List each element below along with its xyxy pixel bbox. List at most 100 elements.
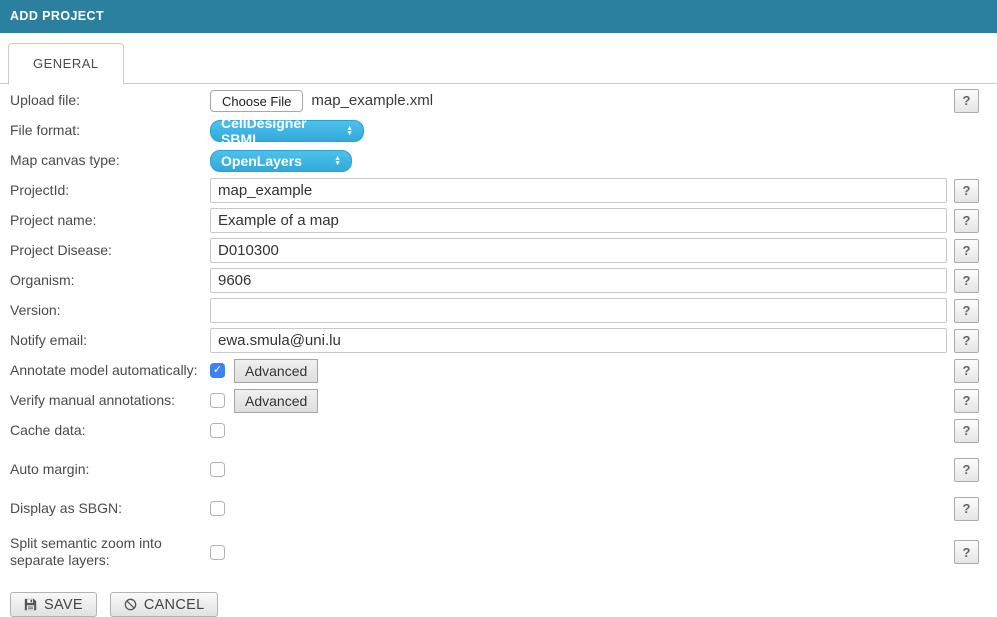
verify-manual-annotations-checkbox[interactable] — [210, 393, 225, 408]
field-control-verify-manual-annotations: Advanced — [210, 388, 947, 413]
help-cell: ? — [947, 179, 979, 203]
field-control-cache-data — [210, 418, 947, 443]
help-button-project-id[interactable]: ? — [954, 179, 979, 203]
form-row-annotate-model-automatically: Annotate model automatically:✓ Advanced? — [10, 358, 979, 383]
choose-file-button[interactable]: Choose File — [210, 90, 303, 112]
help-cell: ? — [947, 239, 979, 263]
select-arrows-icon: ▲▼ — [338, 126, 353, 136]
footer-actions: SAVE CANCEL — [0, 583, 997, 617]
cache-data-checkbox[interactable] — [210, 423, 225, 438]
form-row-map-canvas-type: Map canvas type:OpenLayers▲▼ — [10, 148, 979, 173]
project-id-input[interactable] — [210, 178, 947, 203]
help-cell: ? — [947, 389, 979, 413]
field-label-notify-email: Notify email: — [10, 332, 210, 349]
select-arrows-icon: ▲▼ — [326, 156, 341, 166]
cancel-button[interactable]: CANCEL — [110, 592, 219, 617]
form-row-notify-email: Notify email:? — [10, 328, 979, 353]
field-control-organism — [210, 268, 947, 293]
field-control-annotate-model-automatically: ✓ Advanced — [210, 358, 947, 383]
selected-option-label: CellDesigner SBML — [221, 115, 338, 147]
project-name-input[interactable] — [210, 208, 947, 233]
selected-file-name: map_example.xml — [311, 92, 433, 109]
field-label-organism: Organism: — [10, 272, 210, 289]
form-row-project-name: Project name:? — [10, 208, 979, 233]
help-button-auto-margin[interactable]: ? — [954, 458, 979, 482]
field-control-project-name — [210, 208, 947, 233]
field-label-auto-margin: Auto margin: — [10, 461, 210, 478]
help-cell: ? — [947, 458, 979, 482]
arrow-down-icon: ▼ — [334, 161, 341, 166]
field-label-verify-manual-annotations: Verify manual annotations: — [10, 392, 210, 409]
verify-manual-annotations-advanced-button[interactable]: Advanced — [234, 389, 318, 413]
display-as-sbgn-checkbox[interactable] — [210, 501, 225, 516]
field-label-annotate-model-automatically: Annotate model automatically: — [10, 362, 210, 379]
auto-margin-checkbox[interactable] — [210, 462, 225, 477]
form-row-upload-file: Upload file:Choose File map_example.xml? — [10, 88, 979, 113]
form-row-display-as-sbgn: Display as SBGN:? — [10, 496, 979, 521]
cancel-icon — [124, 598, 137, 611]
annotate-model-automatically-advanced-button[interactable]: Advanced — [234, 359, 318, 383]
help-cell: ? — [947, 89, 979, 113]
dialog-title: ADD PROJECT — [10, 9, 104, 23]
help-button-annotate-model-automatically[interactable]: ? — [954, 359, 979, 383]
cancel-button-label: CANCEL — [144, 597, 205, 613]
field-control-split-semantic-zoom — [210, 540, 947, 565]
field-control-auto-margin — [210, 457, 947, 482]
help-button-notify-email[interactable]: ? — [954, 329, 979, 353]
help-button-version[interactable]: ? — [954, 299, 979, 323]
add-project-form: Upload file:Choose File map_example.xml? F… — [0, 84, 997, 569]
form-row-file-format: File format:CellDesigner SBML▲▼ — [10, 118, 979, 143]
save-button[interactable]: SAVE — [10, 592, 97, 617]
help-button-project-name[interactable]: ? — [954, 209, 979, 233]
field-control-project-id — [210, 178, 947, 203]
arrow-down-icon: ▼ — [346, 131, 353, 136]
help-button-display-as-sbgn[interactable]: ? — [954, 497, 979, 521]
help-button-project-disease[interactable]: ? — [954, 239, 979, 263]
field-control-map-canvas-type: OpenLayers ▲▼ — [210, 148, 947, 173]
field-control-file-format: CellDesigner SBML▲▼ — [210, 118, 947, 143]
form-row-project-disease: Project Disease:? — [10, 238, 979, 263]
help-button-split-semantic-zoom[interactable]: ? — [954, 540, 979, 564]
version-input[interactable] — [210, 298, 947, 323]
save-button-label: SAVE — [44, 597, 83, 613]
help-button-verify-manual-annotations[interactable]: ? — [954, 389, 979, 413]
help-cell: ? — [947, 209, 979, 233]
help-cell: ? — [947, 299, 979, 323]
help-cell: ? — [947, 359, 979, 383]
map-canvas-type-select[interactable]: OpenLayers ▲▼ — [210, 150, 352, 172]
form-row-cache-data: Cache data:? — [10, 418, 979, 443]
field-control-project-disease — [210, 238, 947, 263]
field-label-display-as-sbgn: Display as SBGN: — [10, 500, 210, 517]
form-row-organism: Organism:? — [10, 268, 979, 293]
field-control-notify-email — [210, 328, 947, 353]
notify-email-input[interactable] — [210, 328, 947, 353]
save-icon — [24, 598, 37, 611]
help-button-upload-file[interactable]: ? — [954, 89, 979, 113]
field-label-version: Version: — [10, 302, 210, 319]
file-format-select[interactable]: CellDesigner SBML▲▼ — [210, 120, 364, 142]
help-button-cache-data[interactable]: ? — [954, 419, 979, 443]
organism-input[interactable] — [210, 268, 947, 293]
dialog-title-bar: ADD PROJECT — [0, 0, 997, 33]
help-button-organism[interactable]: ? — [954, 269, 979, 293]
field-label-project-id: ProjectId: — [10, 182, 210, 199]
annotate-model-automatically-checkbox[interactable]: ✓ — [210, 363, 225, 378]
tab-bar: GENERAL — [0, 43, 997, 84]
project-disease-input[interactable] — [210, 238, 947, 263]
field-control-version — [210, 298, 947, 323]
selected-option-label: OpenLayers — [221, 153, 302, 169]
split-semantic-zoom-checkbox[interactable] — [210, 545, 225, 560]
field-control-upload-file: Choose File map_example.xml — [210, 88, 947, 113]
form-row-auto-margin: Auto margin:? — [10, 457, 979, 482]
form-row-split-semantic-zoom: Split semantic zoom into separate layers… — [10, 535, 979, 569]
help-cell: ? — [947, 269, 979, 293]
field-label-file-format: File format: — [10, 122, 210, 139]
field-label-project-name: Project name: — [10, 212, 210, 229]
help-cell: ? — [947, 497, 979, 521]
tab-general[interactable]: GENERAL — [8, 43, 124, 85]
field-label-split-semantic-zoom: Split semantic zoom into separate layers… — [10, 535, 210, 569]
form-row-version: Version:? — [10, 298, 979, 323]
field-label-upload-file: Upload file: — [10, 92, 210, 109]
field-control-display-as-sbgn — [210, 496, 947, 521]
help-cell: ? — [947, 329, 979, 353]
